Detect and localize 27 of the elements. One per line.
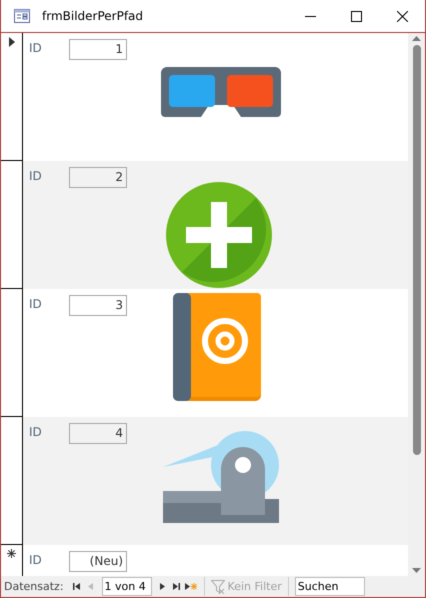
scroll-up-icon[interactable] xyxy=(412,36,421,41)
field-label: ID xyxy=(29,169,43,183)
navigation-label: Datensatz: xyxy=(4,580,64,593)
id-field[interactable]: 4 xyxy=(69,423,127,444)
close-icon xyxy=(396,10,408,22)
id-field[interactable]: (Neu) xyxy=(69,551,127,572)
form-icon xyxy=(14,9,30,23)
first-icon xyxy=(73,583,80,590)
last-icon xyxy=(173,583,180,590)
id-field[interactable]: 1 xyxy=(69,39,127,60)
filter-icon xyxy=(210,580,225,594)
field-label: ID xyxy=(29,553,43,567)
field-label: ID xyxy=(29,297,43,311)
id-field[interactable]: 2 xyxy=(69,167,127,188)
window-title: frmBilderPerPfad xyxy=(42,9,144,23)
asterisk-icon xyxy=(7,549,16,558)
search-field[interactable]: Suchen xyxy=(294,577,365,596)
scroll-down-icon[interactable] xyxy=(412,568,421,573)
maximize-icon xyxy=(350,10,362,22)
field-label: ID xyxy=(29,425,43,439)
next-icon xyxy=(160,583,166,590)
previous-icon xyxy=(88,583,94,590)
vertical-scrollbar[interactable] xyxy=(408,33,425,576)
new-record-icon xyxy=(184,582,197,591)
record-position-field[interactable]: 1 von 4 xyxy=(102,577,152,596)
field-label: ID xyxy=(29,41,43,55)
id-field[interactable]: 3 xyxy=(69,295,127,316)
